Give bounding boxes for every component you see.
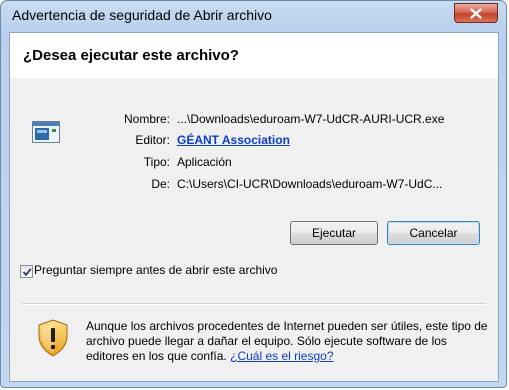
checkmark-icon [22,268,32,277]
always-ask-checkbox[interactable] [20,265,33,278]
warning-message: Aunque los archivos procedentes de Inter… [86,319,491,364]
question-header: ¿Desea ejecutar este archivo? [10,33,498,78]
dialog-question: ¿Desea ejecutar este archivo? [23,47,239,64]
security-shield-icon [38,319,68,357]
always-ask-label[interactable]: Preguntar siempre antes de abrir este ar… [34,263,304,277]
risk-link[interactable]: ¿Cuál es el riesgo? [230,349,333,363]
dialog-body: ¿Desea ejecutar este archivo? Nombre: ..… [9,32,499,382]
type-label: Tipo: [143,155,170,169]
name-value: ...\Downloads\eduroam-W7-UdCR-AURI-UCR.e… [177,112,445,126]
close-icon [470,8,482,19]
publisher-label: Editor: [135,133,170,147]
name-label: Nombre: [123,112,170,126]
type-value: Aplicación [177,155,232,169]
security-warning-window: Advertencia de seguridad de Abrir archiv… [0,0,507,388]
from-label: De: [151,177,170,191]
window-title: Advertencia de seguridad de Abrir archiv… [12,7,272,23]
cancel-button[interactable]: Cancelar [387,221,480,245]
publisher-link[interactable]: GÉANT Association [177,133,290,147]
separator [22,303,486,305]
title-bar[interactable]: Advertencia de seguridad de Abrir archiv… [1,1,506,31]
run-button[interactable]: Ejecutar [290,221,378,245]
from-value: C:\Users\CI-UCR\Downloads\eduroam-W7-UdC… [177,177,443,191]
application-file-icon [32,121,60,143]
close-button[interactable] [454,3,498,23]
